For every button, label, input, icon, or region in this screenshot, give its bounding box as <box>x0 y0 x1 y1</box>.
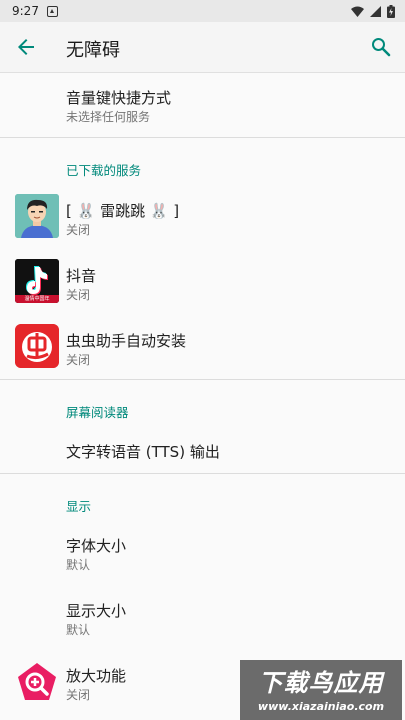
service-item-chongchong[interactable]: 虫虫助手自动安装 关闭 <box>0 316 405 376</box>
service-title: 虫虫助手自动安装 <box>66 332 187 350</box>
display-size-item[interactable]: 显示大小 默认 <box>0 587 405 649</box>
service-item-leitiaotiao[interactable]: [ 🐰 雷跳跳 🐰 ] 关闭 <box>0 186 405 246</box>
watermark-url: www.xiazainiao.com <box>257 700 385 713</box>
service-title: 抖音 <box>66 267 97 285</box>
tts-output-title: 文字转语音 (TTS) 输出 <box>66 443 220 461</box>
display-size-subtitle: 默认 <box>66 623 91 637</box>
service-item-douyin[interactable]: 温情中国年 抖音 关闭 <box>0 251 405 311</box>
volume-key-shortcut-title: 音量键快捷方式 <box>66 89 172 107</box>
status-bar: 9:27 <box>0 0 405 22</box>
tts-output-item[interactable]: 文字转语音 (TTS) 输出 <box>0 427 405 473</box>
service-status: 关闭 <box>66 353 91 367</box>
divider <box>0 137 405 138</box>
watermark: 下载鸟应用 www.xiazainiao.com <box>240 660 402 720</box>
notification-icon <box>46 5 58 17</box>
douyin-app-icon: 温情中国年 <box>15 259 59 303</box>
page-title: 无障碍 <box>66 40 120 61</box>
display-size-title: 显示大小 <box>66 602 127 620</box>
magnification-icon <box>18 663 56 700</box>
douyin-icon-caption: 温情中国年 <box>24 296 50 302</box>
back-arrow-icon[interactable] <box>14 35 38 59</box>
magnification-subtitle: 关闭 <box>66 688 91 702</box>
font-size-item[interactable]: 字体大小 默认 <box>0 522 405 584</box>
battery-icon <box>387 4 395 18</box>
service-status: 关闭 <box>66 223 91 237</box>
leitiaotiao-avatar-icon <box>15 194 59 238</box>
status-time: 9:27 <box>12 4 39 18</box>
section-header-display: 显示 <box>66 499 92 514</box>
volume-key-shortcut-item[interactable]: 音量键快捷方式 未选择任何服务 <box>0 73 405 137</box>
divider <box>0 473 405 474</box>
signal-icon <box>370 5 381 17</box>
wifi-icon <box>351 6 364 17</box>
chongchong-app-icon <box>15 324 59 368</box>
service-status: 关闭 <box>66 288 91 302</box>
search-icon[interactable] <box>369 35 393 59</box>
service-title: [ 🐰 雷跳跳 🐰 ] <box>66 202 180 220</box>
app-bar: 无障碍 <box>0 22 405 73</box>
section-header-screen-reader: 屏幕阅读器 <box>66 405 129 420</box>
magnification-title: 放大功能 <box>66 667 127 685</box>
font-size-subtitle: 默认 <box>66 558 91 572</box>
font-size-title: 字体大小 <box>66 537 127 555</box>
divider <box>0 379 405 380</box>
volume-key-shortcut-subtitle: 未选择任何服务 <box>66 110 151 124</box>
section-header-downloaded-services: 已下载的服务 <box>66 163 142 178</box>
watermark-main: 下载鸟应用 <box>258 669 384 697</box>
